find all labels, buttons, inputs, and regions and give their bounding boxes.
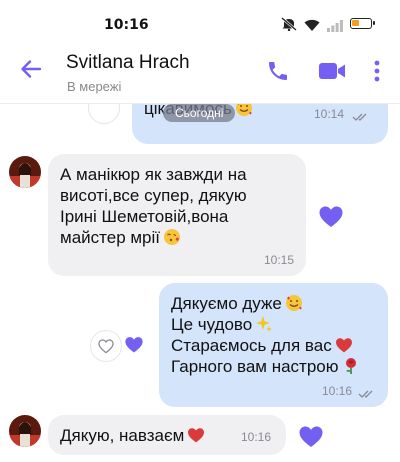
status-bar: 10:16 xyxy=(0,0,400,38)
chat-header: Svitlana Hrach В мережі xyxy=(0,38,400,104)
contact-name[interactable]: Svitlana Hrach xyxy=(66,52,190,74)
avatar[interactable] xyxy=(9,415,41,447)
message-text: А манікюр як завжди на висоті,все супер,… xyxy=(60,165,247,247)
mute-icon xyxy=(281,16,297,32)
message-list[interactable]: цікавимось 10:14 Сьогодні А манікюр як з… xyxy=(0,104,400,462)
message-time: 10:16 xyxy=(321,384,352,398)
phone-icon[interactable] xyxy=(266,59,290,83)
video-camera-icon[interactable] xyxy=(318,61,346,81)
red-heart-icon xyxy=(335,337,353,355)
message-time: 10:15 xyxy=(263,253,294,267)
red-heart-icon xyxy=(187,427,205,445)
kissing-face-with-heart-icon xyxy=(163,228,181,246)
wifi-icon xyxy=(304,17,320,31)
reaction-button[interactable] xyxy=(88,104,120,124)
heart-icon[interactable] xyxy=(298,425,324,449)
reaction-button[interactable] xyxy=(90,330,122,362)
heart-icon[interactable] xyxy=(318,205,344,229)
read-ticks-icon xyxy=(352,109,370,127)
smiling-face-with-hearts-icon xyxy=(285,294,303,312)
message-outgoing[interactable]: Дякуємо дуже Це чудово Стараємось для ва… xyxy=(159,283,388,407)
message-time: 10:14 xyxy=(313,107,344,121)
message-incoming[interactable]: А манікюр як завжди на висоті,все супер,… xyxy=(48,154,306,276)
more-vertical-icon[interactable] xyxy=(370,58,384,84)
status-time: 10:16 xyxy=(104,17,149,33)
heart-icon[interactable] xyxy=(124,336,144,354)
message-text: Дякуємо дуже Це чудово Стараємось для ва… xyxy=(171,293,386,377)
rose-icon xyxy=(342,357,360,375)
date-separator: Сьогодні xyxy=(163,104,236,122)
back-arrow-icon[interactable] xyxy=(18,56,44,82)
contact-status: В мережі xyxy=(67,79,122,94)
message-text: Дякую, навзаєм xyxy=(60,425,205,446)
battery-icon xyxy=(350,17,375,29)
message-time: 10:16 xyxy=(241,430,272,444)
read-ticks-icon xyxy=(358,386,376,404)
message-incoming[interactable]: Дякую, навзаєм 10:16 xyxy=(48,415,286,455)
signal-icon xyxy=(327,17,343,32)
smiling-face-with-hearts-icon xyxy=(235,104,253,117)
status-icons xyxy=(281,16,375,32)
avatar[interactable] xyxy=(9,156,41,188)
sparkles-icon xyxy=(255,315,273,333)
